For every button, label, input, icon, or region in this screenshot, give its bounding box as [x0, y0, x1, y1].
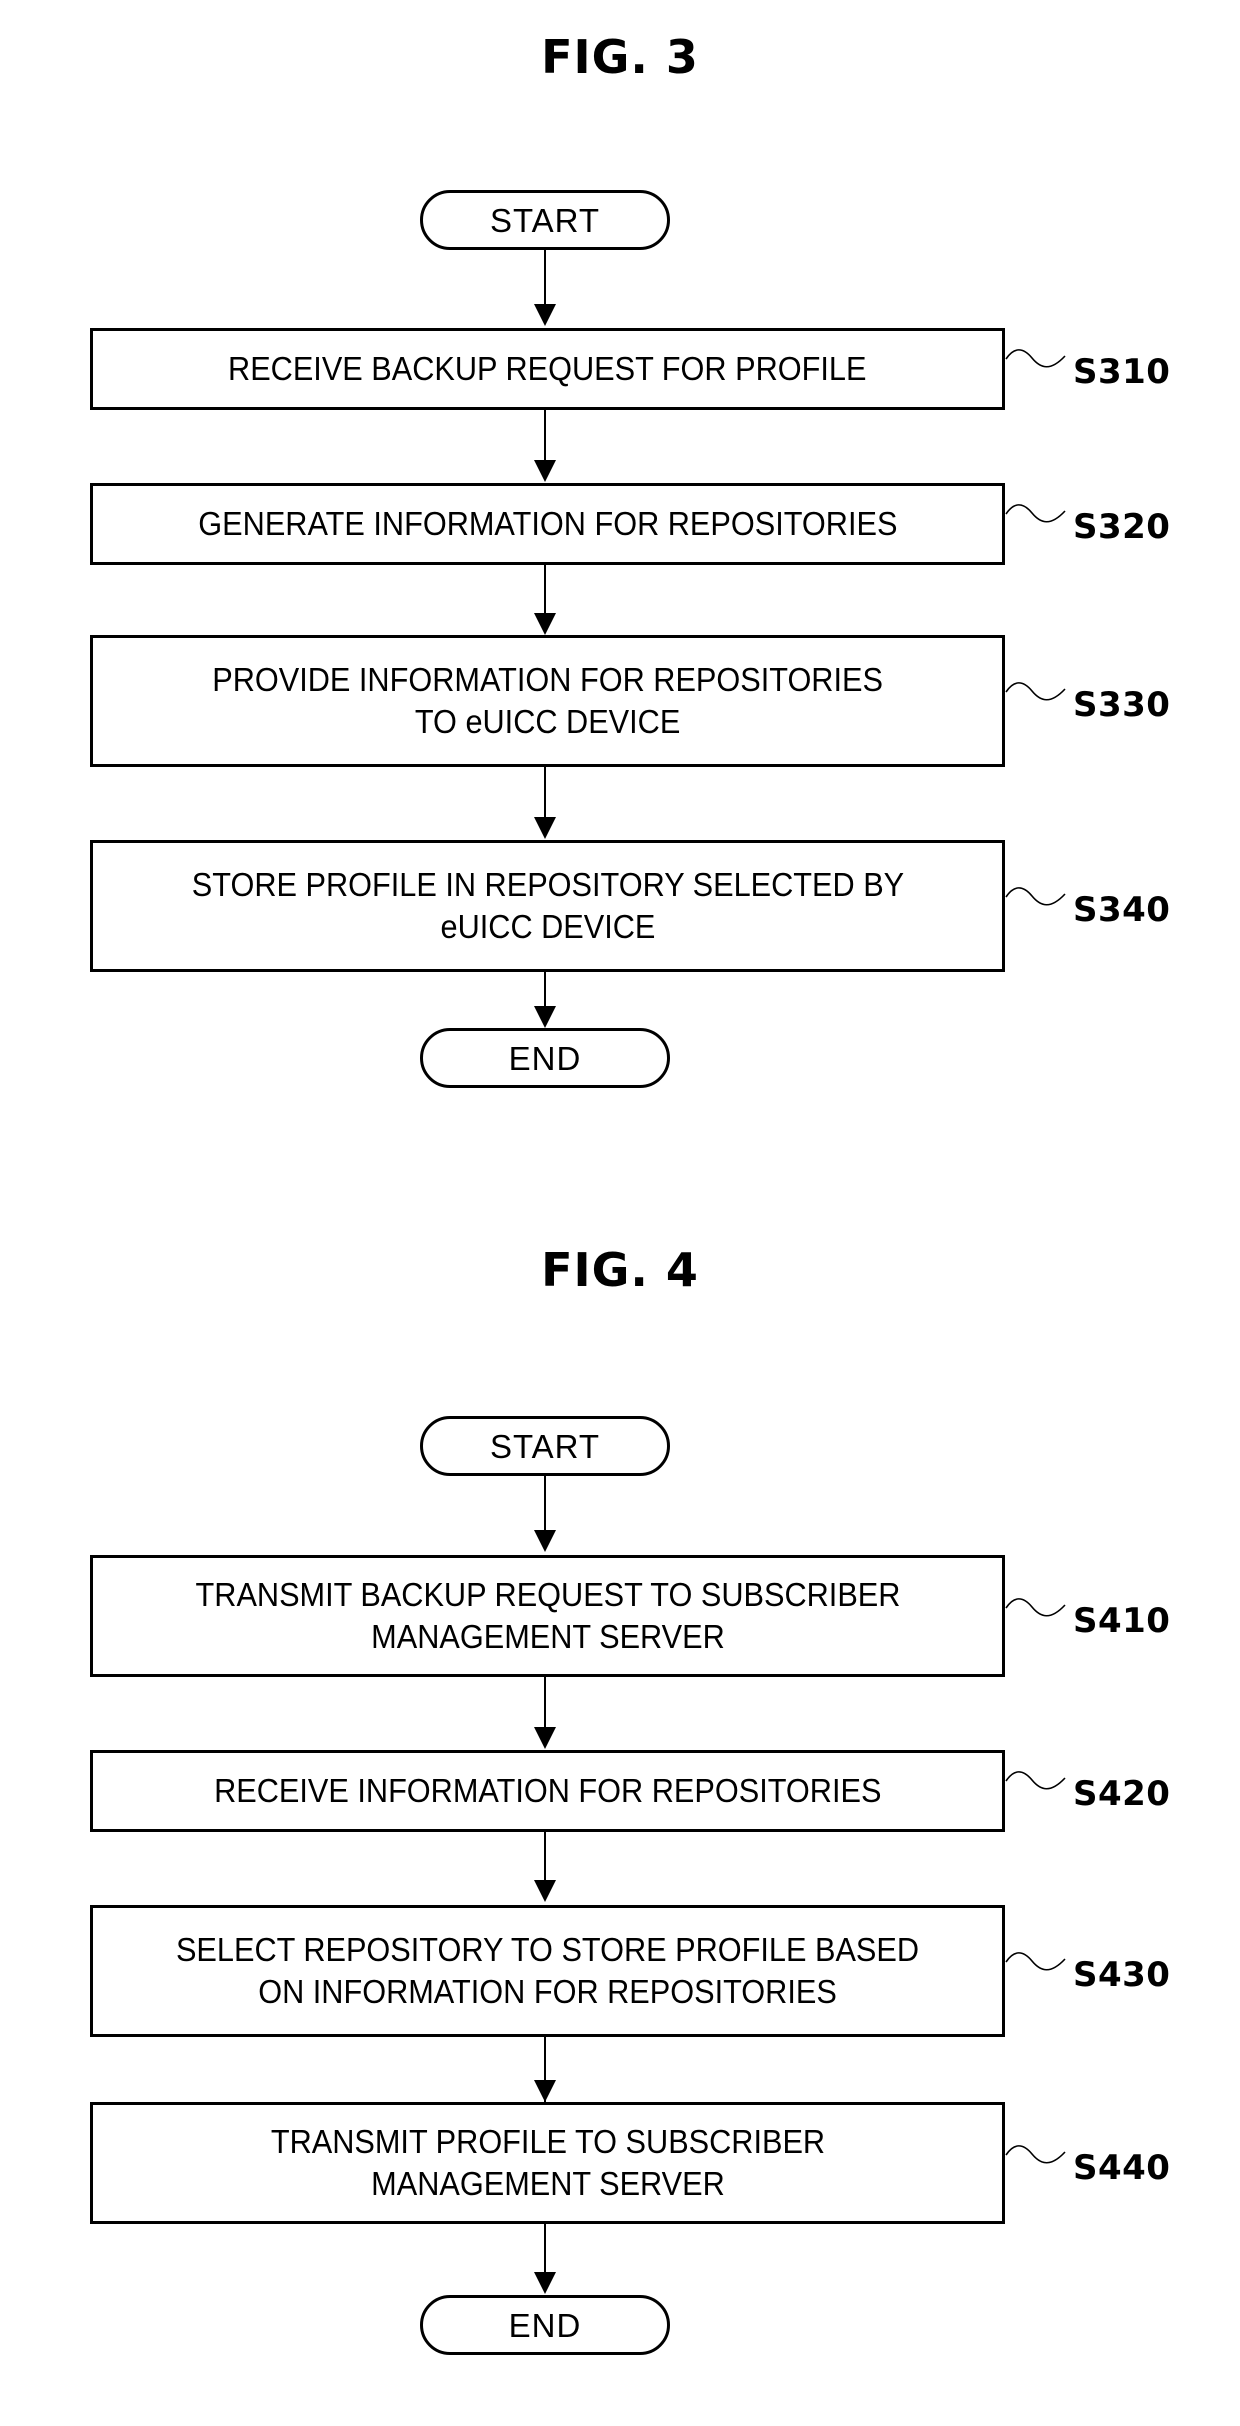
fig4-end-label: END [508, 2306, 582, 2344]
fig3-arrowhead-step1 [534, 304, 556, 326]
fig4-step-box-3: SELECT REPOSITORY TO STORE PROFILE BASED… [90, 1905, 1005, 2037]
fig3-leader-line-2 [1005, 504, 1066, 523]
fig3-connector-step2-to-step3 [544, 565, 546, 617]
fig4-leader-line-2 [1005, 1771, 1066, 1790]
fig4-step-box-4: TRANSMIT PROFILE TO SUBSCRIBER MANAGEMEN… [90, 2102, 1005, 2224]
fig3-step-box-4: STORE PROFILE IN REPOSITORY SELECTED BY … [90, 840, 1005, 972]
fig3-step-ref-3: S330 [1073, 685, 1171, 725]
fig3-end-terminator: END [420, 1028, 670, 1088]
fig3-step-ref-2: S320 [1073, 507, 1171, 547]
fig4-connector-start-to-step1 [544, 1476, 546, 1532]
fig3-leader-line-3 [1005, 682, 1066, 701]
fig3-step-box-2: GENERATE INFORMATION FOR REPOSITORIES [90, 483, 1005, 565]
fig4-step-ref-4: S440 [1073, 2148, 1171, 2188]
fig4-start-label: START [489, 1427, 601, 1465]
fig4-arrowhead-step4 [534, 2080, 556, 2102]
fig3-step-box-1: RECEIVE BACKUP REQUEST FOR PROFILE [90, 328, 1005, 410]
fig3-step-text-4: STORE PROFILE IN REPOSITORY SELECTED BY … [191, 865, 904, 945]
fig4-arrowhead-step1 [534, 1530, 556, 1552]
fig3-step-ref-1: S310 [1073, 352, 1171, 392]
fig4-leader-line-3 [1005, 1952, 1066, 1971]
fig4-step-ref-1: S410 [1073, 1601, 1171, 1641]
fig4-leader-line-4 [1005, 2145, 1066, 2164]
fig3-step-text-3: PROVIDE INFORMATION FOR REPOSITORIES TO … [212, 660, 883, 740]
figure-title-fig3: FIG. 3 [541, 30, 699, 84]
fig4-connector-step4-to-end [544, 2224, 546, 2274]
fig3-start-label: START [489, 201, 601, 239]
fig3-arrowhead-end [534, 1006, 556, 1028]
fig4-leader-line-1 [1005, 1598, 1066, 1617]
fig3-connector-step3-to-step4 [544, 767, 546, 821]
fig3-step-text-2: GENERATE INFORMATION FOR REPOSITORIES [197, 504, 898, 542]
fig4-arrowhead-end [534, 2272, 556, 2294]
figure-title-fig4: FIG. 4 [541, 1243, 699, 1297]
fig3-arrowhead-step2 [534, 460, 556, 482]
fig3-connector-start-to-step1 [544, 250, 546, 308]
fig3-start-terminator: START [420, 190, 670, 250]
fig4-arrowhead-step2 [534, 1727, 556, 1749]
fig4-connector-step1-to-step2 [544, 1677, 546, 1731]
fig3-arrowhead-step4 [534, 817, 556, 839]
fig4-step-box-1: TRANSMIT BACKUP REQUEST TO SUBSCRIBER MA… [90, 1555, 1005, 1677]
fig4-step-text-4: TRANSMIT PROFILE TO SUBSCRIBER MANAGEMEN… [270, 2122, 825, 2202]
fig3-step-text-1: RECEIVE BACKUP REQUEST FOR PROFILE [228, 349, 867, 387]
fig4-start-terminator: START [420, 1416, 670, 1476]
fig3-step-box-3: PROVIDE INFORMATION FOR REPOSITORIES TO … [90, 635, 1005, 767]
fig4-step-text-3: SELECT REPOSITORY TO STORE PROFILE BASED… [175, 1930, 920, 2010]
fig4-step-ref-3: S430 [1073, 1955, 1171, 1995]
fig3-end-label: END [508, 1039, 582, 1077]
fig3-leader-line-1 [1005, 349, 1066, 368]
fig4-arrowhead-step3 [534, 1880, 556, 1902]
fig4-step-text-2: RECEIVE INFORMATION FOR REPOSITORIES [213, 1771, 882, 1809]
patent-figure-sheet: FIG. 3 START RECEIVE BACKUP REQUEST FOR … [0, 0, 1240, 2426]
fig3-connector-step1-to-step2 [544, 410, 546, 464]
fig3-arrowhead-step3 [534, 613, 556, 635]
fig4-step-ref-2: S420 [1073, 1774, 1171, 1814]
fig4-end-terminator: END [420, 2295, 670, 2355]
fig3-leader-line-4 [1005, 887, 1066, 906]
fig3-step-ref-4: S340 [1073, 890, 1171, 930]
fig4-step-text-1: TRANSMIT BACKUP REQUEST TO SUBSCRIBER MA… [195, 1575, 900, 1655]
fig4-connector-step2-to-step3 [544, 1832, 546, 1884]
fig4-step-box-2: RECEIVE INFORMATION FOR REPOSITORIES [90, 1750, 1005, 1832]
fig3-connector-step4-to-end [544, 972, 546, 1008]
